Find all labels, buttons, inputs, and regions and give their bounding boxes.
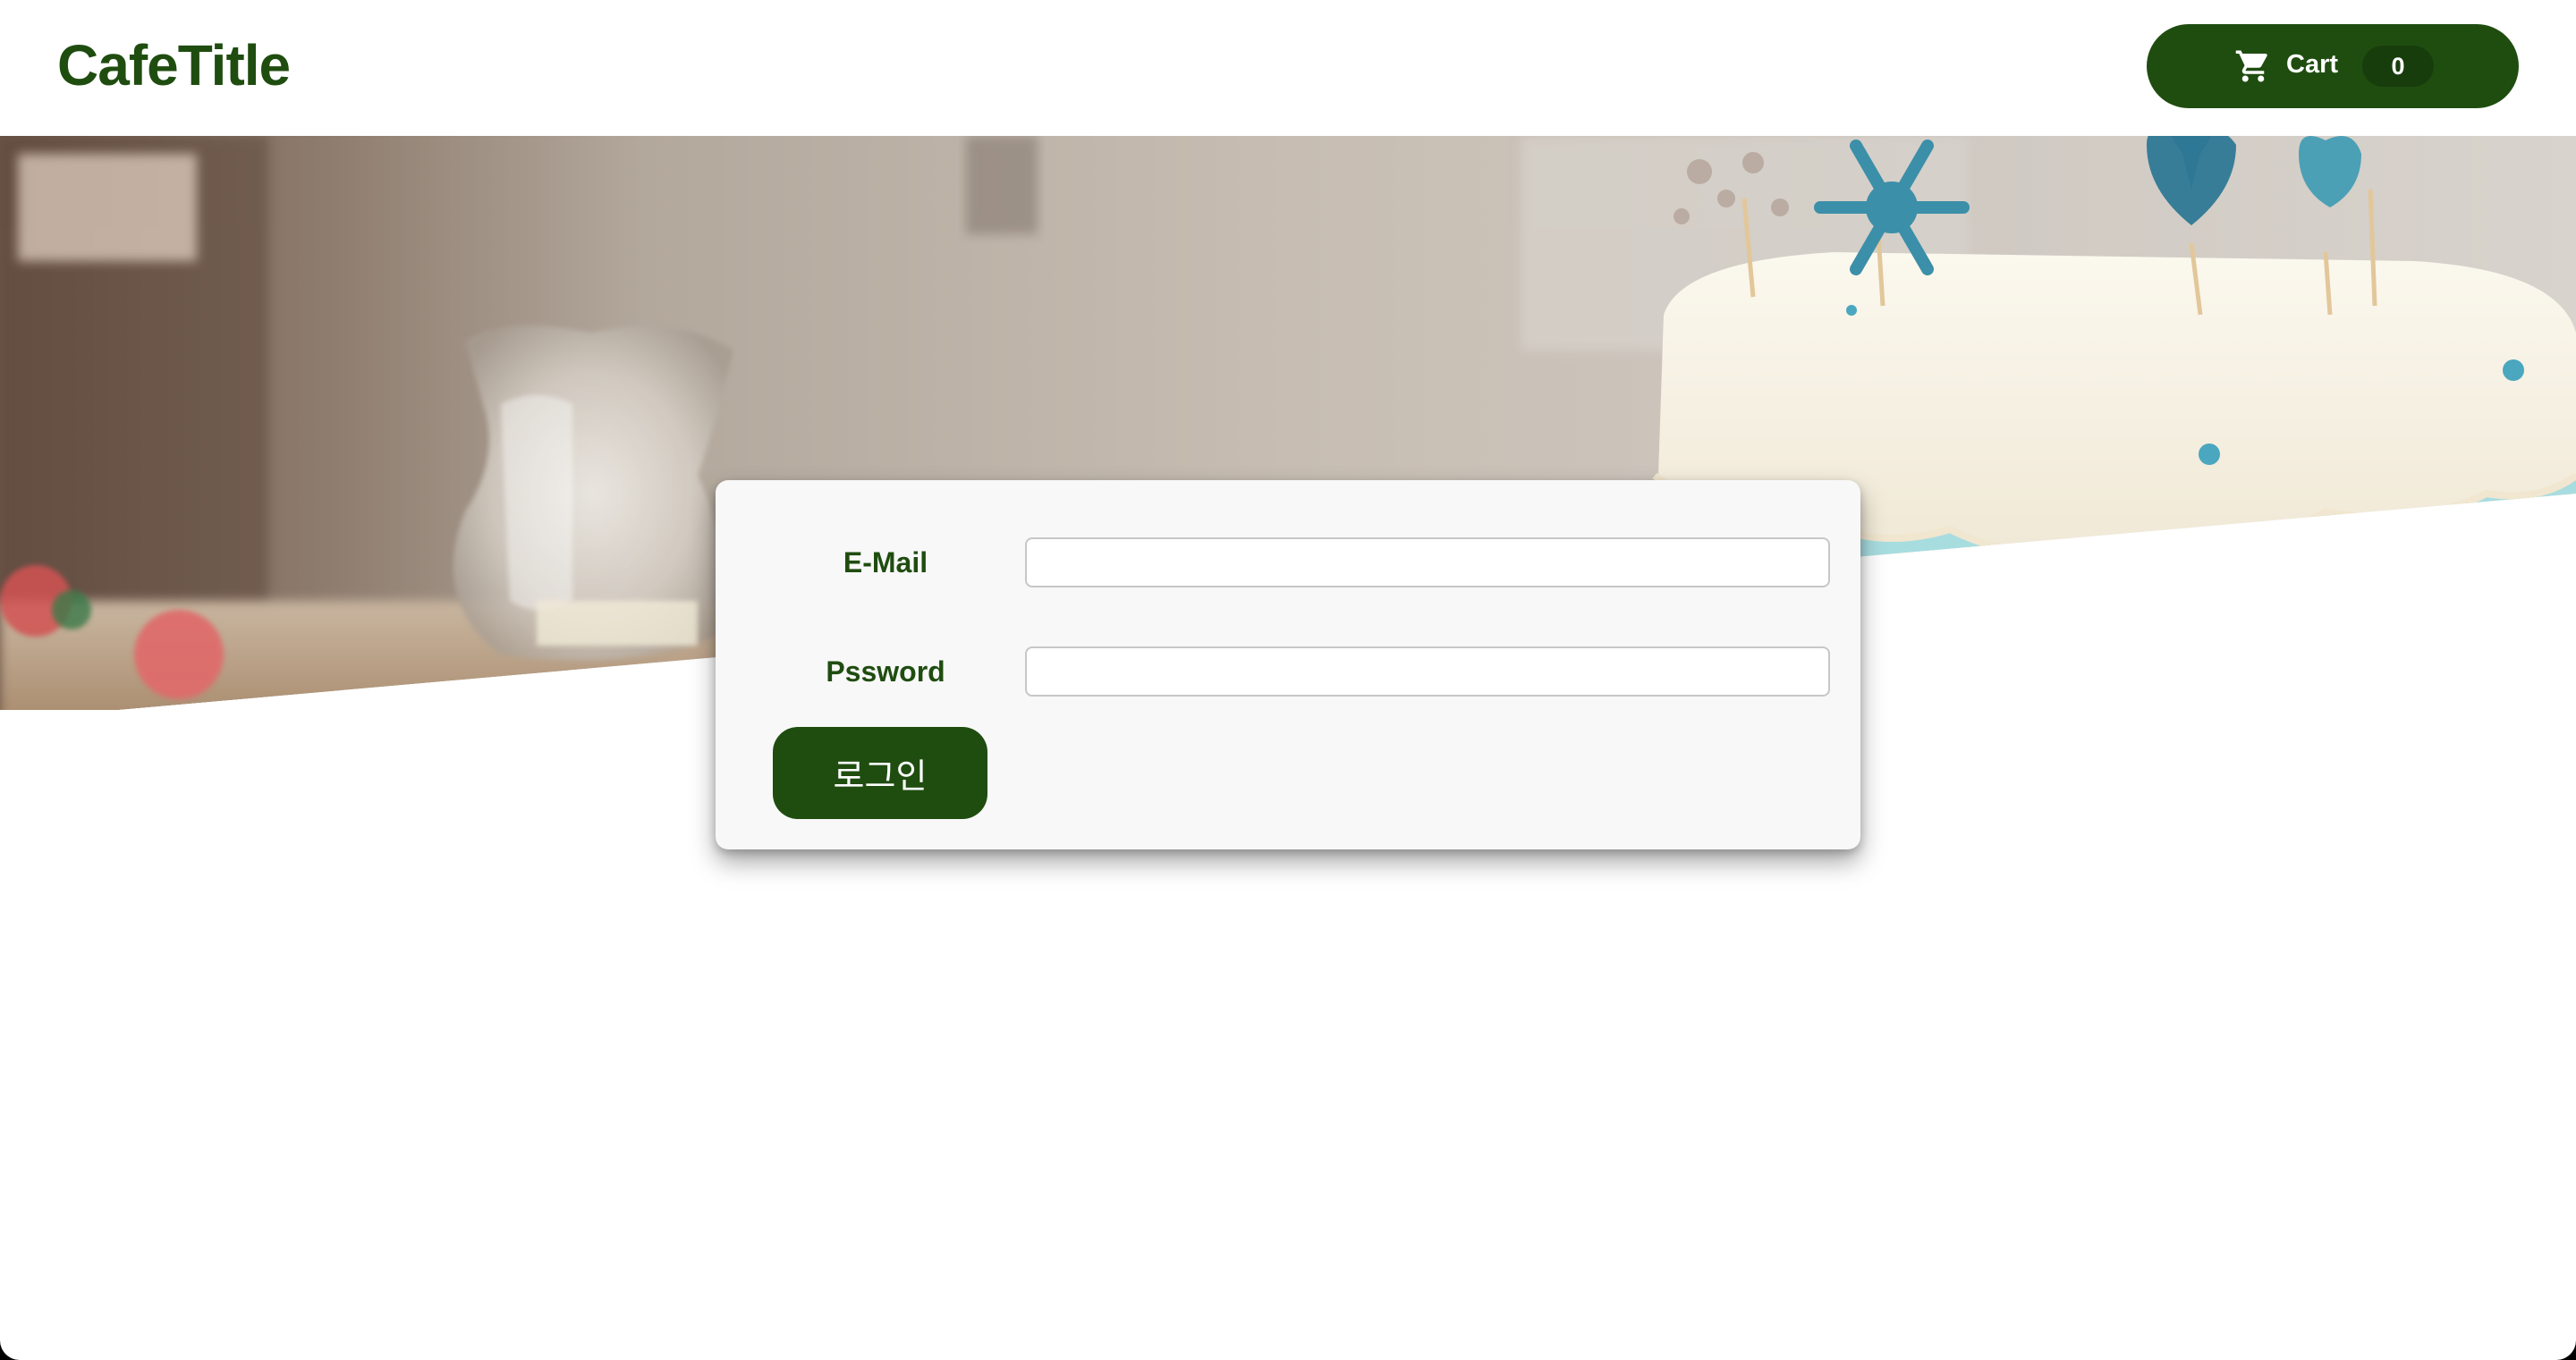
password-label: Pssword xyxy=(826,655,945,688)
cart-button[interactable]: Cart 0 xyxy=(2147,24,2519,108)
login-button[interactable]: 로그인 xyxy=(773,727,987,819)
cart-icon xyxy=(2235,50,2267,82)
cart-count-badge: 0 xyxy=(2362,46,2434,87)
cart-label: Cart xyxy=(2286,50,2339,79)
email-field[interactable] xyxy=(1025,537,1830,587)
site-title[interactable]: CafeTitle xyxy=(57,32,291,98)
page: CafeTitle Cart 0 E-Mail Pssword 로그인 xyxy=(0,0,2576,1360)
site-header: CafeTitle Cart 0 xyxy=(0,0,2576,136)
email-label: E-Mail xyxy=(843,546,928,579)
password-field[interactable] xyxy=(1025,646,1830,697)
